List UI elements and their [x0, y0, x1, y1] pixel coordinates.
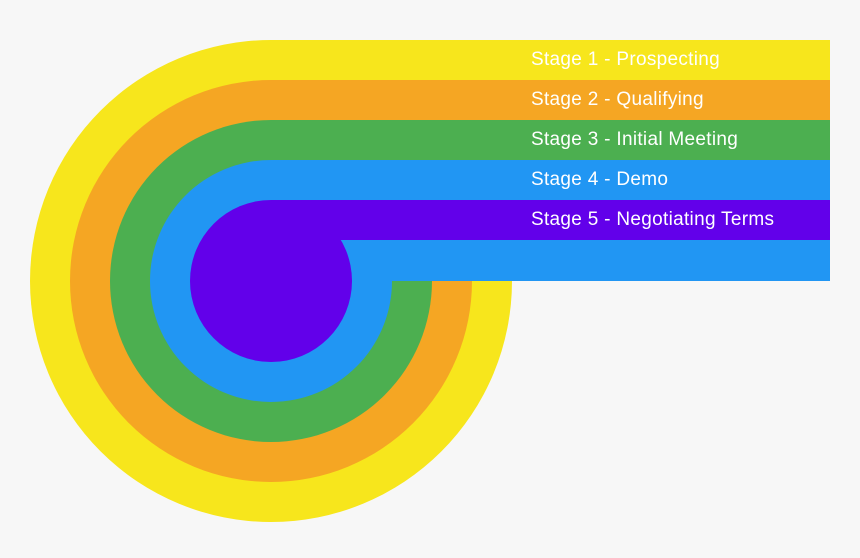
stage-5-label: Stage 5 - Negotiating Terms	[531, 209, 775, 230]
stage-2-label: Stage 2 - Qualifying	[531, 89, 704, 110]
stage-3-label: Stage 3 - Initial Meeting	[531, 129, 739, 150]
stage-spiral	[30, 40, 830, 522]
stage-diagram: Stage 1 - Prospecting Stage 2 - Qualifyi…	[0, 0, 860, 558]
stage-1-label: Stage 1 - Prospecting	[531, 49, 721, 70]
stage-4-label: Stage 4 - Demo	[531, 169, 669, 190]
